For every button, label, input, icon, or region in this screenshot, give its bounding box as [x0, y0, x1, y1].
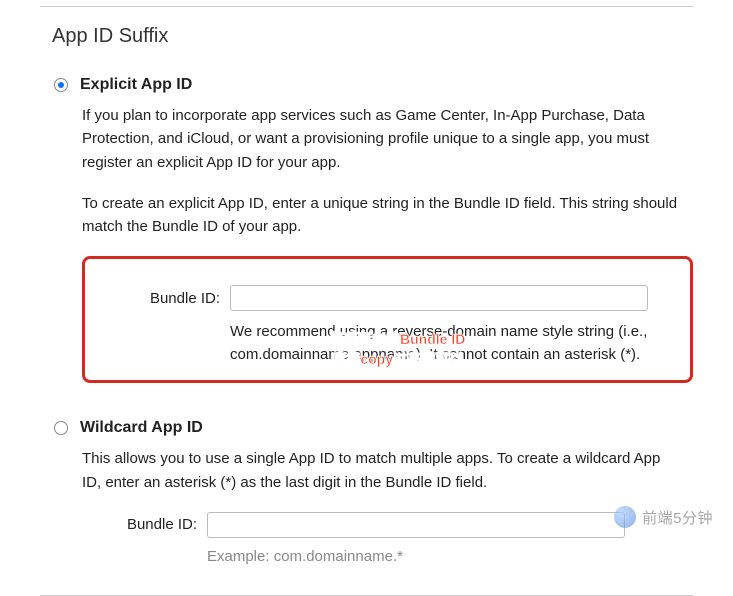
wildcard-desc-1: This allows you to use a single App ID t… — [82, 447, 683, 494]
radio-explicit-icon[interactable] — [54, 78, 68, 92]
explicit-bundle-row: Bundle ID: — [105, 285, 670, 311]
explicit-bundle-input[interactable] — [230, 285, 648, 311]
explicit-desc-1: If you plan to incorporate app services … — [82, 104, 683, 174]
explicit-desc-2: To create an explicit App ID, enter a un… — [82, 192, 683, 239]
annotation-line-2: 直接copy过来就可以 — [330, 350, 465, 370]
wildcard-bundle-input[interactable] — [207, 512, 625, 538]
option-wildcard: Wildcard App ID This allows you to use a… — [40, 419, 693, 565]
wildcard-label: Wildcard App ID — [80, 419, 203, 437]
section-title: App ID Suffix — [52, 25, 693, 48]
wildcard-radio-row[interactable]: Wildcard App ID — [54, 419, 693, 437]
annotation-overlay: 将项目中的Bundle ID 直接copy过来就可以 — [330, 330, 465, 369]
explicit-bundle-label: Bundle ID: — [105, 290, 230, 307]
explicit-description: If you plan to incorporate app services … — [82, 104, 683, 238]
explicit-radio-row[interactable]: Explicit App ID — [54, 76, 693, 94]
watermark: 前端5分钟 — [614, 506, 713, 528]
wildcard-example: Example: com.domainname.* — [207, 548, 693, 565]
watermark-icon — [614, 506, 636, 528]
radio-wildcard-icon[interactable] — [54, 421, 68, 435]
explicit-label: Explicit App ID — [80, 76, 192, 94]
wildcard-bundle-row: Bundle ID: — [82, 512, 693, 538]
wildcard-bundle-label: Bundle ID: — [82, 516, 207, 533]
wildcard-description: This allows you to use a single App ID t… — [82, 447, 683, 494]
annotation-line-1: 将项目中的Bundle ID — [330, 330, 465, 350]
top-divider — [40, 6, 693, 7]
watermark-text: 前端5分钟 — [642, 507, 713, 528]
